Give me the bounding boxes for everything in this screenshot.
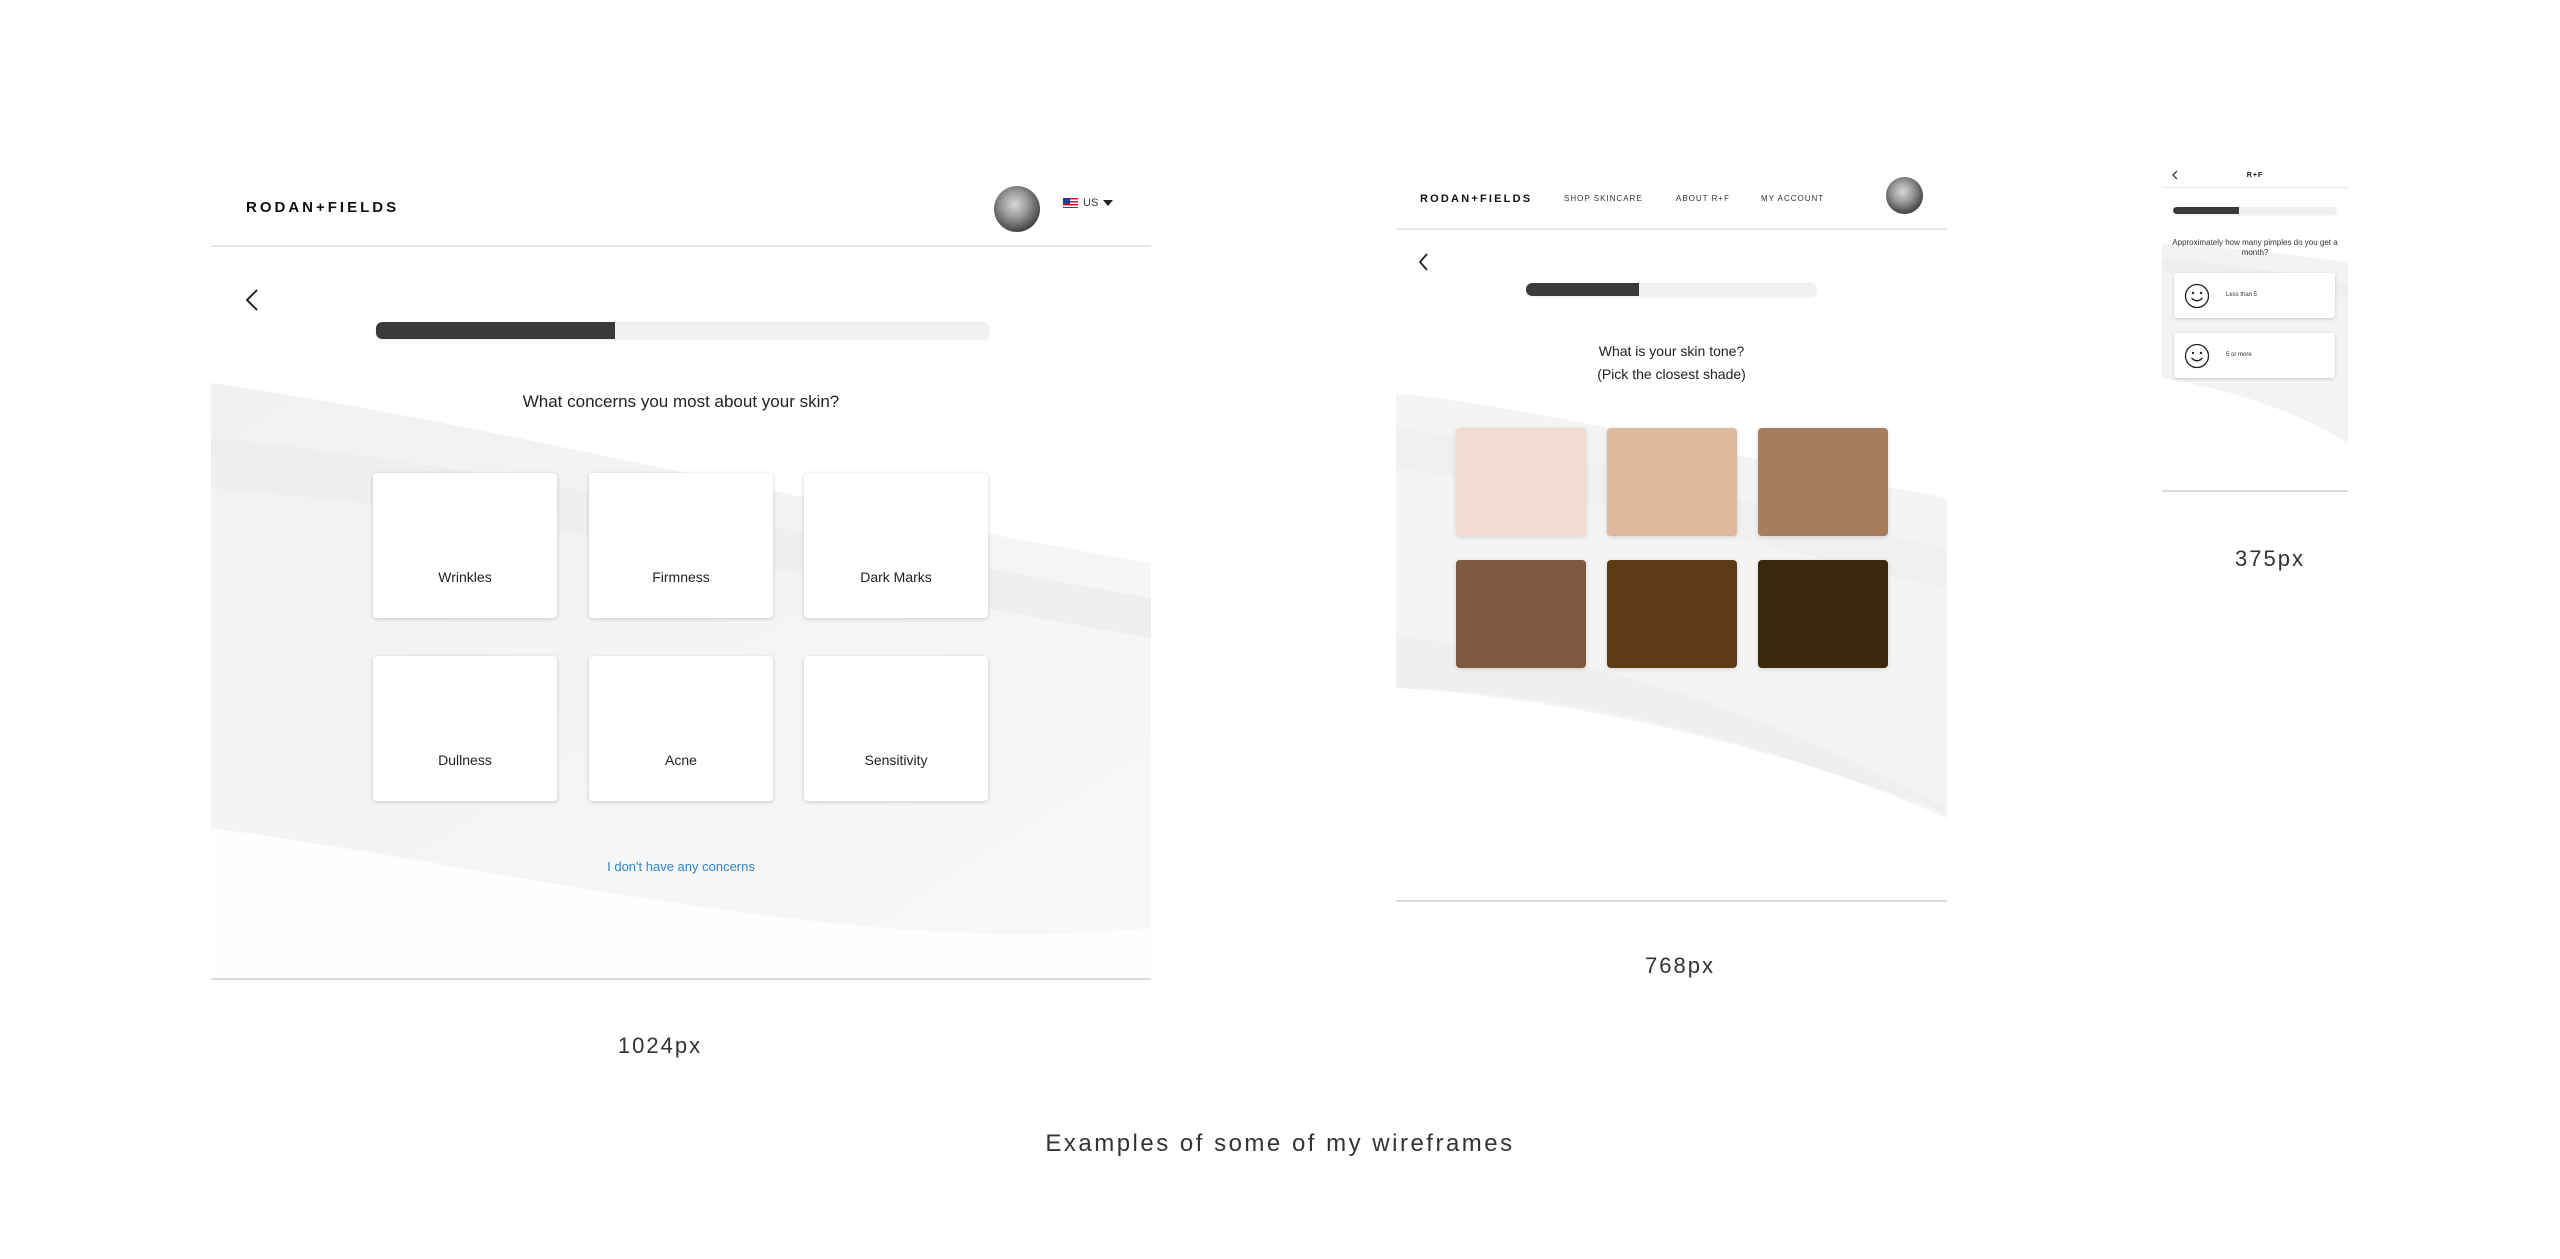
option-label: Sensitivity [864, 752, 928, 768]
option-label: Wrinkles [438, 569, 492, 585]
option-label: Less than 5 [2226, 292, 2258, 298]
option-label: Dullness [438, 752, 492, 768]
smiley-icon [2184, 343, 2210, 369]
option-label: Acne [665, 752, 697, 768]
tablet-wireframe: RODAN+FIELDS SHOP SKINCARE ABOUT R+F MY … [1396, 168, 1947, 902]
question-line-2: (Pick the closest shade) [1597, 366, 1746, 382]
quiz-progress-bar [376, 322, 989, 339]
skin-tone-swatch[interactable] [1607, 428, 1737, 536]
no-concerns-link[interactable]: I don't have any concerns [211, 859, 1151, 874]
smiley-icon [2184, 283, 2210, 309]
user-avatar[interactable] [1886, 177, 1923, 214]
locale-selector[interactable]: US [1063, 197, 1114, 209]
concern-option-card[interactable]: Sensitivity [804, 656, 988, 801]
site-header: RODAN+FIELDS SHOP SKINCARE ABOUT R+F MY … [1396, 168, 1947, 230]
brand-logo[interactable]: R+F [2162, 172, 2348, 179]
user-avatar[interactable] [994, 186, 1040, 232]
pimples-option-card[interactable]: Less than 5 [2174, 273, 2335, 318]
option-label: Firmness [652, 569, 710, 585]
site-header: RODAN+FIELDS US [211, 168, 1151, 247]
brand-logo[interactable]: RODAN+FIELDS [1420, 193, 1532, 205]
question-text: What is your skin tone? (Pick the closes… [1396, 340, 1947, 386]
concern-option-card[interactable]: Acne [589, 656, 773, 801]
nav-about[interactable]: ABOUT R+F [1676, 194, 1730, 203]
nav-my-account[interactable]: MY ACCOUNT [1761, 194, 1824, 203]
concern-option-card[interactable]: Dullness [373, 656, 557, 801]
skin-tone-swatch[interactable] [1758, 428, 1888, 536]
skin-tone-swatch[interactable] [1456, 428, 1586, 536]
progress-fill [1526, 283, 1640, 296]
tablet-caption: 768px [1645, 953, 1715, 978]
locale-label: US [1083, 197, 1099, 209]
back-arrow-icon[interactable] [245, 288, 259, 312]
option-label: Dark Marks [860, 569, 932, 585]
back-arrow-icon[interactable] [1418, 252, 1429, 272]
skin-tone-swatch[interactable] [1607, 560, 1737, 668]
question-text: Approximately how many pimples do you ge… [2172, 238, 2338, 257]
us-flag-icon [1063, 198, 1078, 208]
progress-fill [376, 322, 616, 339]
concern-option-card[interactable]: Firmness [589, 473, 773, 618]
pimples-option-card[interactable]: 5 or more [2174, 333, 2335, 378]
caret-down-icon [1103, 200, 1114, 206]
skin-tone-swatch[interactable] [1758, 560, 1888, 668]
concern-option-card[interactable]: Wrinkles [373, 473, 557, 618]
question-text: What concerns you most about your skin? [522, 392, 840, 411]
quiz-progress-bar [1526, 283, 1817, 296]
skin-tone-swatch[interactable] [1456, 560, 1586, 668]
option-label: 5 or more [2226, 352, 2252, 358]
brand-logo[interactable]: RODAN+FIELDS [246, 199, 399, 216]
mobile-wireframe: R+F Approximately how many pimples do yo… [2162, 163, 2348, 492]
concern-option-card[interactable]: Dark Marks [804, 473, 988, 618]
page-footer-caption: Examples of some of my wireframes [1045, 1130, 1515, 1157]
mobile-caption: 375px [2235, 546, 2305, 571]
desktop-caption: 1024px [617, 1033, 703, 1058]
desktop-wireframe: RODAN+FIELDS US What concerns you most a… [211, 168, 1151, 980]
site-header: R+F [2162, 163, 2348, 188]
progress-fill [2173, 207, 2239, 214]
question-line-1: What is your skin tone? [1598, 343, 1745, 359]
nav-shop-skincare[interactable]: SHOP SKINCARE [1564, 194, 1643, 203]
quiz-progress-bar [2173, 207, 2337, 214]
